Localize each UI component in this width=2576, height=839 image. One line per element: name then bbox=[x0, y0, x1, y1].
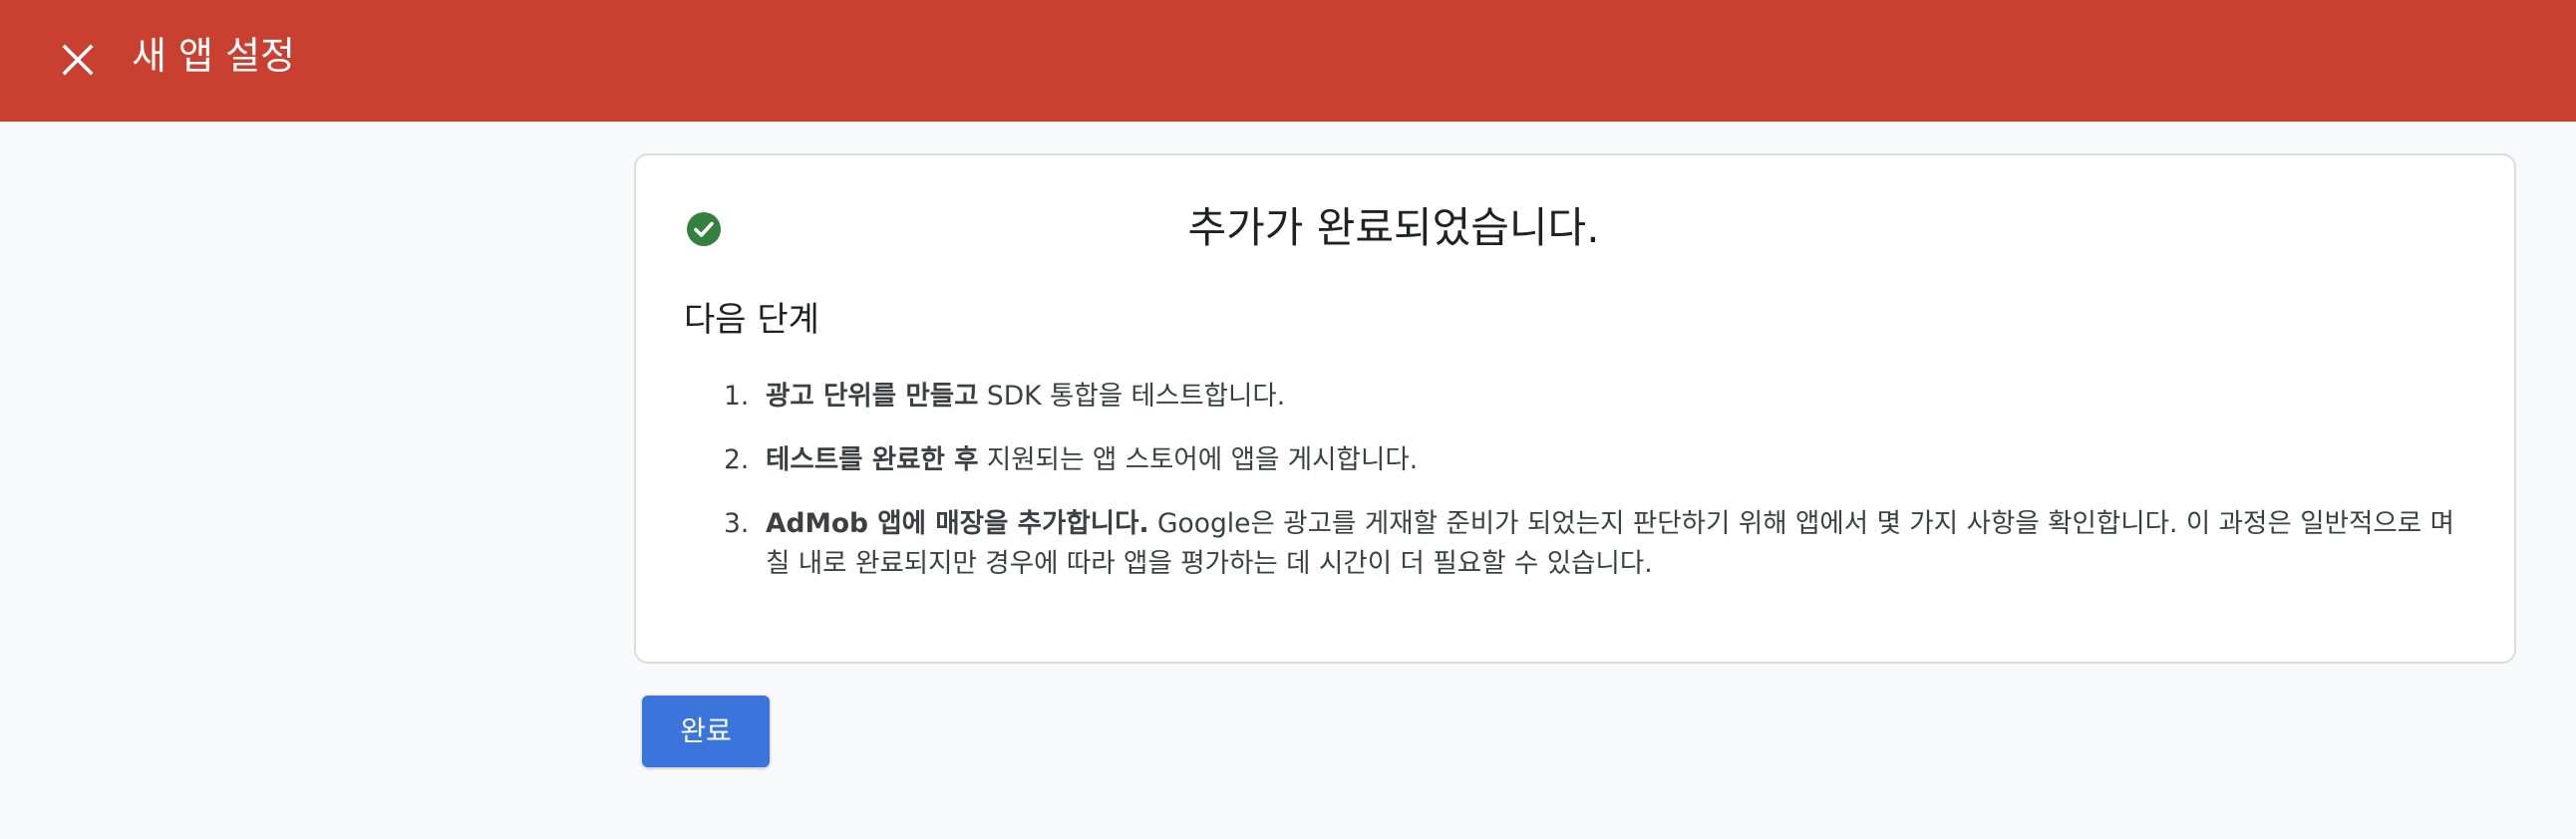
close-icon bbox=[62, 44, 94, 76]
step-bold-text: 광고 단위를 만들고 bbox=[766, 381, 979, 412]
completion-card: 추가가 완료되었습니다. 다음 단계 1. 광고 단위를 만들고 SDK 통합을… bbox=[634, 153, 2516, 664]
list-item: 3. AdMob 앱에 매장을 추가합니다. Google은 광고를 게재할 준… bbox=[684, 504, 2478, 584]
step-number: 3. bbox=[724, 508, 750, 539]
step-bold-text: AdMob 앱에 매장을 추가합니다. bbox=[766, 508, 1149, 539]
step-text: SDK 통합을 테스트합니다. bbox=[978, 381, 1286, 412]
next-steps-list: 1. 광고 단위를 만들고 SDK 통합을 테스트합니다. 2. 테스트를 완료… bbox=[684, 377, 2478, 608]
next-steps-heading: 다음 단계 bbox=[684, 300, 819, 340]
step-number: 1. bbox=[724, 381, 750, 412]
completion-title: 추가가 완료되었습니다. bbox=[1187, 203, 1600, 252]
done-button[interactable]: 완료 bbox=[642, 696, 770, 767]
step-number: 2. bbox=[724, 444, 750, 475]
list-item: 2. 테스트를 완료한 후 지원되는 앱 스토어에 앱을 게시합니다. bbox=[684, 440, 2478, 480]
page-title: 새 앱 설정 bbox=[132, 34, 295, 78]
app-header: 새 앱 설정 bbox=[0, 0, 2576, 122]
step-bold-text: 테스트를 완료한 후 bbox=[766, 444, 979, 475]
step-text: 지원되는 앱 스토어에 앱을 게시합니다. bbox=[978, 444, 1419, 475]
list-item: 1. 광고 단위를 만들고 SDK 통합을 테스트합니다. bbox=[684, 377, 2478, 417]
close-button[interactable] bbox=[50, 32, 106, 88]
